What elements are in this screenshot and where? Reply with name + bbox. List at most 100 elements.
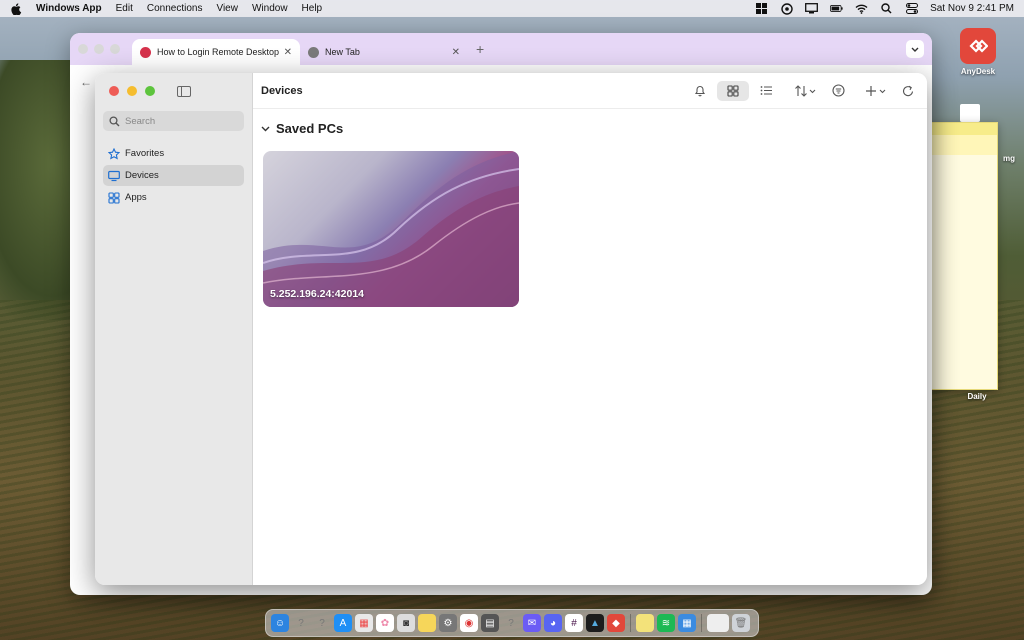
desktop-icon-image-label: mg bbox=[998, 154, 1020, 163]
desktop-icon-anydesk[interactable]: AnyDesk bbox=[953, 28, 1003, 76]
page-title: Devices bbox=[261, 84, 303, 97]
spotlight-search-icon[interactable] bbox=[880, 3, 893, 14]
section-title: Saved PCs bbox=[276, 121, 344, 136]
desktop-icon-file[interactable] bbox=[960, 104, 982, 122]
search-field[interactable]: Search bbox=[103, 111, 244, 131]
browser-tab-new[interactable]: New Tab ✕ bbox=[300, 39, 468, 65]
tab-title: New Tab bbox=[325, 47, 360, 57]
notes-icon[interactable] bbox=[418, 614, 436, 632]
sidebar: Search Favorites Devices Apps bbox=[95, 73, 253, 585]
grid-view-button[interactable] bbox=[717, 80, 749, 101]
sticky-note-window[interactable] bbox=[928, 122, 998, 390]
search-icon bbox=[109, 115, 120, 127]
minimize-button[interactable] bbox=[127, 86, 137, 96]
note-titlebar bbox=[929, 123, 997, 135]
desktop-icon-label: mg bbox=[1003, 154, 1015, 163]
browser-back-button[interactable]: ← bbox=[80, 75, 92, 89]
finder-icon[interactable]: ☺ bbox=[271, 614, 289, 632]
menu-app-name[interactable]: Windows App bbox=[36, 3, 102, 14]
minimized-window-icon[interactable] bbox=[707, 614, 729, 632]
notifications-bell-icon[interactable] bbox=[689, 81, 711, 101]
unknown-app-icon[interactable]: ? bbox=[502, 614, 520, 632]
chevron-down-icon[interactable] bbox=[261, 124, 270, 134]
saved-pc-card[interactable]: 5.252.196.24:42014 bbox=[263, 151, 519, 307]
menu-view[interactable]: View bbox=[216, 3, 238, 14]
windows-app-window: Search Favorites Devices Apps Devices Sa… bbox=[95, 73, 927, 585]
star-icon bbox=[108, 147, 120, 160]
photos-icon[interactable]: ✿ bbox=[376, 614, 394, 632]
refresh-icon[interactable] bbox=[897, 81, 919, 101]
sidebar-item-devices[interactable]: Devices bbox=[103, 165, 244, 186]
pc-address: 5.252.196.24:42014 bbox=[270, 288, 365, 300]
menu-help[interactable]: Help bbox=[302, 3, 323, 14]
desktop-icon-label: AnyDesk bbox=[960, 67, 996, 76]
chrome-favicon-icon bbox=[308, 46, 319, 58]
site-favicon-icon bbox=[140, 46, 151, 58]
discord-icon[interactable]: ◕ bbox=[544, 614, 562, 632]
sort-button[interactable] bbox=[791, 81, 821, 101]
menu-connections[interactable]: Connections bbox=[147, 3, 203, 14]
close-button[interactable] bbox=[78, 44, 88, 54]
saved-pcs-header[interactable]: Saved PCs bbox=[261, 121, 927, 136]
sidebar-item-apps[interactable]: Apps bbox=[103, 187, 244, 208]
terminal-app-icon[interactable]: ▲ bbox=[586, 614, 604, 632]
monitor-icon bbox=[108, 170, 120, 182]
app-store-icon[interactable]: A bbox=[334, 614, 352, 632]
spotify-icon[interactable]: ≋ bbox=[657, 614, 675, 632]
close-tab-icon[interactable]: ✕ bbox=[452, 47, 460, 58]
dock-separator bbox=[701, 614, 702, 632]
menu-bar: Windows App Edit Connections View Window… bbox=[0, 0, 1024, 17]
list-view-button[interactable] bbox=[755, 81, 777, 101]
search-placeholder: Search bbox=[125, 115, 156, 127]
unknown-app-icon[interactable]: ? bbox=[292, 614, 310, 632]
control-center-icon[interactable] bbox=[905, 3, 918, 14]
anydesk-dock-icon[interactable]: ◆ bbox=[607, 614, 625, 632]
system-settings-icon[interactable]: ⚙ bbox=[439, 614, 457, 632]
screenshot-icon[interactable]: ◙ bbox=[397, 614, 415, 632]
minimize-button[interactable] bbox=[94, 44, 104, 54]
launchpad-icon[interactable]: ▦ bbox=[355, 614, 373, 632]
tab-search-button[interactable] bbox=[906, 40, 924, 58]
unknown-app-icon[interactable]: ? bbox=[313, 614, 331, 632]
wifi-icon[interactable] bbox=[855, 3, 868, 14]
filter-icon[interactable] bbox=[827, 81, 849, 101]
toolbar: Devices bbox=[253, 73, 927, 109]
windows-app-dock-icon[interactable]: ▦ bbox=[678, 614, 696, 632]
steam-icon[interactable] bbox=[780, 2, 793, 15]
apps-grid-icon bbox=[108, 191, 120, 204]
menubar-clock[interactable]: Sat Nov 9 2:41 PM bbox=[930, 3, 1014, 14]
sidebar-item-label: Devices bbox=[125, 170, 159, 181]
stickies-icon[interactable] bbox=[636, 614, 654, 632]
calculator-icon[interactable]: ▤ bbox=[481, 614, 499, 632]
tab-title: How to Login Remote Desktop bbox=[157, 47, 280, 57]
add-button[interactable] bbox=[861, 81, 891, 101]
sidebar-item-favorites[interactable]: Favorites bbox=[103, 143, 244, 164]
document-icon bbox=[960, 104, 980, 122]
browser-tab-active[interactable]: How to Login Remote Desktop ✕ bbox=[132, 39, 300, 65]
sidebar-toggle-icon[interactable] bbox=[177, 85, 191, 97]
menu-edit[interactable]: Edit bbox=[116, 3, 133, 14]
screen-share-icon[interactable] bbox=[805, 3, 819, 14]
close-tab-icon[interactable]: ✕ bbox=[284, 47, 292, 58]
zoom-button[interactable] bbox=[145, 86, 155, 96]
close-button[interactable] bbox=[109, 86, 119, 96]
chrome-icon[interactable]: ◉ bbox=[460, 614, 478, 632]
messenger-icon[interactable]: ✉ bbox=[523, 614, 541, 632]
browser-traffic-lights bbox=[78, 44, 120, 54]
trash-icon[interactable]: 🗑 bbox=[732, 614, 750, 632]
windows-grid-icon[interactable] bbox=[755, 3, 768, 14]
desktop-icon-label: Daily bbox=[967, 392, 987, 401]
new-tab-button[interactable]: + bbox=[476, 41, 484, 57]
desktop-icon-daily[interactable]: Daily bbox=[955, 392, 999, 401]
battery-icon[interactable] bbox=[830, 3, 843, 14]
dock-separator bbox=[630, 614, 631, 632]
slack-icon[interactable]: # bbox=[565, 614, 583, 632]
apple-menu-icon[interactable] bbox=[10, 2, 22, 15]
zoom-button[interactable] bbox=[110, 44, 120, 54]
pc-thumbnail-wallpaper bbox=[263, 151, 519, 307]
anydesk-icon bbox=[960, 28, 996, 64]
window-controls bbox=[103, 83, 244, 99]
note-toolbar bbox=[929, 135, 997, 155]
browser-tab-bar: How to Login Remote Desktop ✕ New Tab ✕ … bbox=[70, 33, 932, 65]
menu-window[interactable]: Window bbox=[252, 3, 288, 14]
